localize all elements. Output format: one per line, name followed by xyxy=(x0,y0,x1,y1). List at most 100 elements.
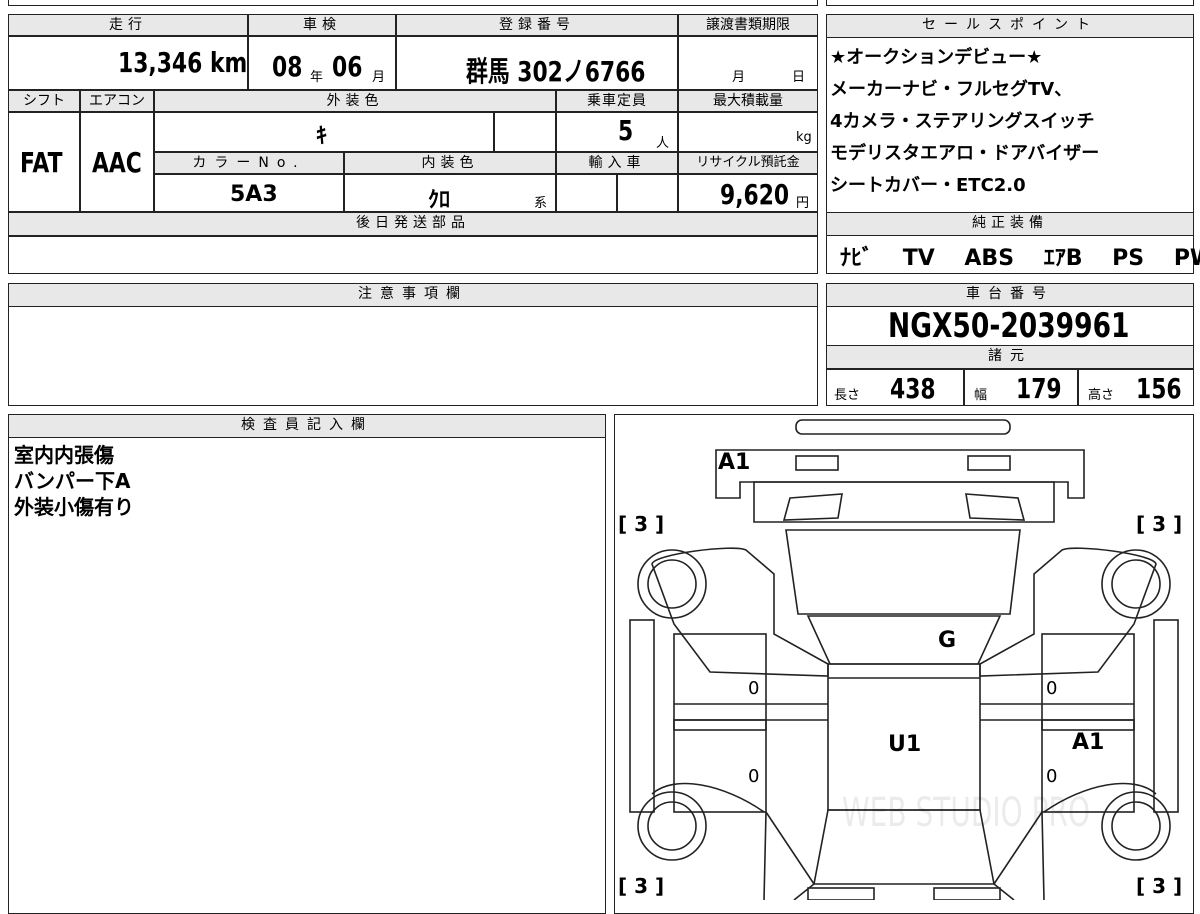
equipment-item: ｴｱB xyxy=(1043,246,1083,271)
header-max-load: 最大積載量 xyxy=(678,90,818,112)
header-exterior-color: 外装色 xyxy=(154,90,556,112)
interior-color-unit: 系 xyxy=(534,196,548,211)
header-import: 輸入車 xyxy=(556,152,678,174)
exterior-color-value: ｷ xyxy=(316,124,328,149)
rear-fender-left xyxy=(651,782,765,813)
tire-mark-front-left: [ 3 ] xyxy=(618,512,665,536)
inspector-note: バンパー下A xyxy=(14,469,131,493)
chassis-number: NGX50-2039961 xyxy=(888,306,1130,346)
mileage-value: 13,346 xyxy=(118,46,203,79)
rear-bumper-mid xyxy=(807,887,875,900)
inspection-month: 06 xyxy=(332,50,363,83)
spec-length-value: 438 xyxy=(890,372,936,405)
inspection-month-unit: 月 xyxy=(372,70,386,85)
tire-mark-front-right: [ 3 ] xyxy=(1136,512,1183,536)
rear-bumper-mid-2 xyxy=(933,887,1001,900)
import-cell-a xyxy=(556,174,617,212)
equipment-item: TV xyxy=(902,246,935,271)
tire-mark-rear-left: [ 3 ] xyxy=(618,874,665,898)
spec-length-label: 長さ xyxy=(834,388,861,403)
shift-value: FAT xyxy=(20,146,63,179)
spec-height-label: 高さ xyxy=(1088,388,1115,403)
header-later-parts: 後日発送部品 xyxy=(8,212,818,236)
inspector-note: 外装小傷有り xyxy=(14,495,134,519)
header-capacity: 乗車定員 xyxy=(556,90,678,112)
mileage-unit: km xyxy=(210,46,248,79)
max-load-unit: kg xyxy=(796,130,812,145)
inspection-year-unit: 年 xyxy=(310,70,324,85)
sales-point-item: シートカバー・ETC2.0 xyxy=(830,175,1026,196)
right-sill xyxy=(1153,619,1179,813)
mark-roof: U1 xyxy=(888,732,922,757)
right-fog xyxy=(965,493,1026,521)
sales-point-item: ★オークションデビュー★ xyxy=(830,47,1043,68)
sales-point-item: モデリスタエアロ・ドアバイザー xyxy=(830,143,1100,164)
body-outline xyxy=(651,547,829,677)
header-aircon: エアコン xyxy=(80,90,154,112)
header-mileage: 走行 xyxy=(8,14,248,36)
right-headlight xyxy=(967,455,1011,471)
header-interior-color: 内装色 xyxy=(344,152,556,174)
header-transfer-deadline: 譲渡書類期限 xyxy=(678,14,818,36)
spec-height-value: 156 xyxy=(1136,372,1182,405)
equipment-item: ﾅﾋﾞ xyxy=(840,246,874,271)
header-sales-points: セールスポイント xyxy=(826,14,1194,38)
mark-hood: G xyxy=(938,628,957,653)
inspector-note: 室内内張傷 xyxy=(14,443,114,467)
sales-points-list: ★オークションデビュー★ メーカーナビ・フルセグTV、 4カメラ・ステアリングス… xyxy=(830,42,1192,202)
recycle-fee: 9,620 xyxy=(720,178,790,211)
color-no-value: 5A3 xyxy=(230,182,278,207)
header-inspection: 車検 xyxy=(248,14,396,36)
capacity-unit: 人 xyxy=(656,136,670,151)
top-clipped-row xyxy=(8,0,818,6)
rear-body-left xyxy=(763,811,816,900)
top-clipped-cell-right xyxy=(826,0,1194,6)
windshield xyxy=(806,615,1002,665)
equipment-list: ﾅﾋﾞ TV ABS ｴｱB PS PW xyxy=(840,240,1200,272)
reg-number: 群馬 302ノ6766 xyxy=(466,55,646,88)
spec-width-label: 幅 xyxy=(974,388,988,403)
header-reg-number: 登録番号 xyxy=(396,14,678,36)
spec-width-value: 179 xyxy=(1016,372,1062,405)
inspection-year: 08 xyxy=(272,50,303,83)
front-strip xyxy=(795,419,1011,435)
deadline-day-unit: 日 xyxy=(792,70,806,85)
wheel-rear-right-inner xyxy=(1111,801,1161,851)
header-color-no: カラーNo. xyxy=(154,152,344,174)
header-chassis: 車台番号 xyxy=(826,283,1194,307)
header-specs: 諸元 xyxy=(826,345,1194,369)
wheel-front-right-inner xyxy=(1111,559,1161,609)
tire-mark-rear-right: [ 3 ] xyxy=(1136,874,1183,898)
left-fog xyxy=(782,493,843,521)
sales-point-item: メーカーナビ・フルセグTV、 xyxy=(830,79,1073,100)
equipment-item: PW xyxy=(1173,246,1200,271)
exterior-color-extra-cell xyxy=(494,112,556,152)
hood-top xyxy=(753,481,1055,523)
mark-left-rear-door: 0 xyxy=(748,766,760,787)
equipment-item: PS xyxy=(1112,246,1145,271)
mark-right-door: A1 xyxy=(1072,730,1105,755)
header-inspector: 検査員記入欄 xyxy=(8,414,606,438)
deadline-month-unit: 月 xyxy=(732,70,746,85)
sales-point-item: 4カメラ・ステアリングスイッチ xyxy=(830,111,1095,132)
mark-front: A1 xyxy=(718,450,751,475)
aircon-value: AAC xyxy=(92,146,142,179)
watermark: WEB STUDIO PRO xyxy=(842,790,1090,836)
hood xyxy=(785,529,1021,615)
body-outline-right xyxy=(979,547,1157,677)
header-recycle: リサイクル預託金 xyxy=(678,152,818,174)
later-parts-cell xyxy=(8,236,818,274)
wheel-rear-left-inner xyxy=(647,801,697,851)
left-headlight xyxy=(795,455,839,471)
mark-right-rear-door: 0 xyxy=(1046,766,1058,787)
interior-color-value: ｸﾛ xyxy=(428,188,451,213)
recycle-unit: 円 xyxy=(796,196,810,211)
equipment-item: ABS xyxy=(964,246,1015,271)
wheel-front-left-inner xyxy=(647,559,697,609)
left-sill xyxy=(629,619,655,813)
import-cell-b xyxy=(617,174,678,212)
header-genuine-equipment: 純正装備 xyxy=(826,212,1194,236)
mark-right-front-door: 0 xyxy=(1046,678,1058,699)
inspector-notes: 室内内張傷 バンパー下A 外装小傷有り xyxy=(14,442,134,520)
front-bumper xyxy=(715,449,1085,499)
